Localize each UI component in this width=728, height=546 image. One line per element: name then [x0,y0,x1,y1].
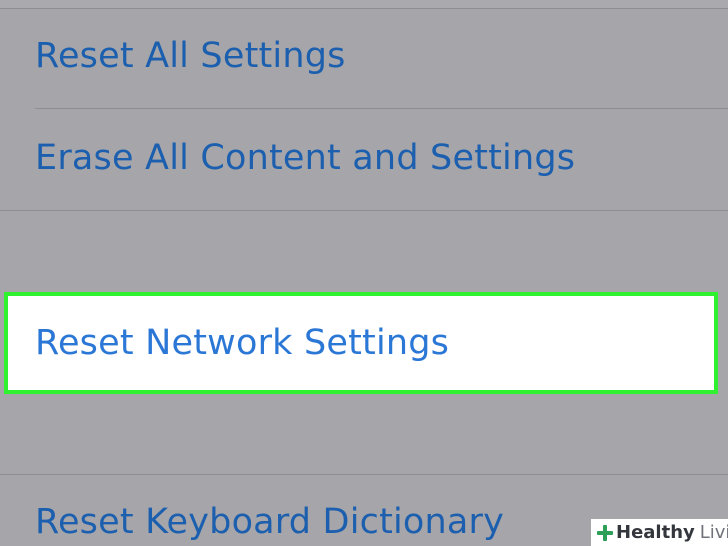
plus-icon [597,524,613,541]
reset-network-settings-row[interactable]: Reset Network Settings [4,292,718,394]
reset-all-settings-row[interactable]: Reset All Settings [0,9,728,108]
reset-network-settings-label: Reset Network Settings [35,323,450,363]
healthy-living-watermark: Healthy Living [591,519,728,546]
top-edge [0,0,728,8]
reset-keyboard-dictionary-label: Reset Keyboard Dictionary [35,502,505,542]
watermark-healthy-text: Healthy [616,521,695,543]
erase-all-content-row[interactable]: Erase All Content and Settings [0,109,728,210]
settings-screen: Reset All Settings Erase All Content and… [0,0,728,546]
erase-all-content-label: Erase All Content and Settings [35,138,576,178]
list-divider [0,210,728,211]
reset-all-settings-label: Reset All Settings [35,36,346,76]
watermark-living-text: Living [699,521,728,543]
